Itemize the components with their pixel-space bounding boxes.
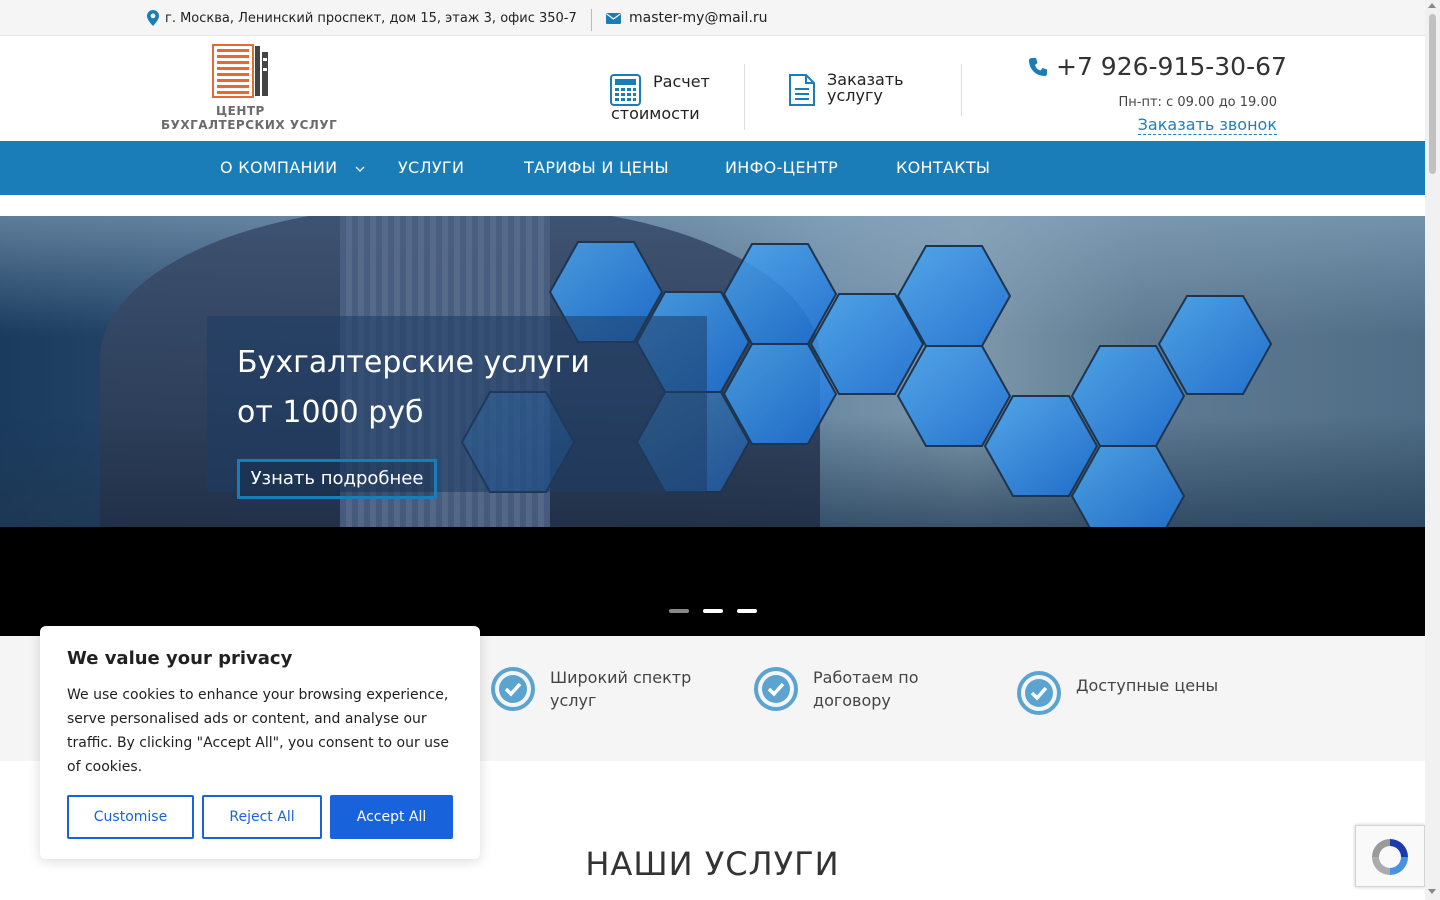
slider-dot-3[interactable] bbox=[737, 609, 757, 613]
main-navigation: О КОМПАНИИ УСЛУГИ ТАРИФЫ И ЦЕНЫ ИНФО-ЦЕН… bbox=[0, 141, 1425, 195]
phone-number[interactable]: +7 926-915-30-67 bbox=[1028, 52, 1287, 81]
divider bbox=[744, 64, 745, 130]
divider bbox=[591, 9, 592, 31]
accept-all-button[interactable]: Accept All bbox=[330, 795, 453, 839]
nav-item-contacts[interactable]: КОНТАКТЫ bbox=[896, 158, 990, 177]
hero-slider: Бухгалтерские услуги от 1000 руб Узнать … bbox=[0, 216, 1425, 527]
top-info-bar: г. Москва, Ленинский проспект, дом 15, э… bbox=[0, 0, 1425, 36]
feature-item: Широкий спектр услуг bbox=[490, 666, 700, 712]
nav-item-tariffs[interactable]: ТАРИФЫ И ЦЕНЫ bbox=[524, 158, 669, 177]
feature-text: Доступные цены bbox=[1076, 676, 1219, 695]
cookie-description: We use cookies to enhance your browsing … bbox=[67, 687, 449, 775]
map-pin-icon bbox=[147, 10, 159, 26]
address: г. Москва, Ленинский проспект, дом 15, э… bbox=[147, 10, 577, 26]
scroll-down-arrow-icon[interactable] bbox=[1428, 889, 1436, 894]
customise-button[interactable]: Customise bbox=[67, 795, 194, 839]
learn-more-button[interactable]: Узнать подробнее bbox=[237, 459, 437, 499]
site-header: ЦЕНТР БУХГАЛТЕРСКИХ УСЛУГ Расчет стоимос… bbox=[0, 36, 1425, 141]
logo[interactable]: ЦЕНТР БУХГАЛТЕРСКИХ УСЛУГ bbox=[160, 44, 337, 134]
recaptcha-icon bbox=[1372, 839, 1408, 875]
recaptcha-badge[interactable] bbox=[1355, 825, 1425, 887]
cookie-consent-banner: We value your privacy We use cookies to … bbox=[40, 626, 480, 859]
hero-title-line2: от 1000 руб bbox=[237, 395, 424, 430]
cookie-title: We value your privacy bbox=[67, 648, 293, 669]
check-circle-icon bbox=[754, 667, 798, 711]
phone-icon bbox=[1029, 57, 1047, 76]
nav-item-info-center[interactable]: ИНФО-ЦЕНТР bbox=[725, 158, 838, 177]
hero-title: Бухгалтерские услуги от 1000 руб bbox=[237, 338, 697, 438]
envelope-icon bbox=[606, 12, 621, 24]
feature-text: Широкий спектр услуг bbox=[550, 668, 692, 710]
hero-caption: Бухгалтерские услуги от 1000 руб Узнать … bbox=[207, 316, 707, 499]
slider-dot-2[interactable] bbox=[703, 609, 723, 613]
calc-label-line1: Расчет bbox=[653, 72, 710, 91]
logo-text-line2: БУХГАЛТЕРСКИХ УСЛУГ bbox=[161, 118, 338, 132]
address-text: г. Москва, Ленинский проспект, дом 15, э… bbox=[165, 10, 577, 26]
chevron-down-icon bbox=[355, 166, 365, 172]
abacus-logo-icon bbox=[212, 44, 268, 98]
logo-text-line1: ЦЕНТР bbox=[216, 104, 265, 118]
request-callback-link[interactable]: Заказать звонок bbox=[1137, 115, 1277, 135]
feature-text: Работаем по договору bbox=[813, 668, 919, 710]
email[interactable]: master-my@mail.ru bbox=[606, 10, 768, 26]
email-link[interactable]: master-my@mail.ru bbox=[629, 10, 768, 26]
nav-item-about[interactable]: О КОМПАНИИ bbox=[220, 158, 365, 177]
order-service-label: Заказать услугу bbox=[827, 70, 904, 105]
nav-item-services[interactable]: УСЛУГИ bbox=[398, 158, 464, 177]
check-circle-icon bbox=[491, 667, 535, 711]
calculator-icon bbox=[610, 74, 641, 106]
calc-label-line2: стоимости bbox=[611, 104, 700, 123]
check-circle-icon bbox=[1017, 671, 1061, 715]
scroll-up-arrow-icon[interactable] bbox=[1428, 3, 1436, 8]
reject-all-button[interactable]: Reject All bbox=[202, 795, 322, 839]
page-scrollbar[interactable] bbox=[1425, 0, 1440, 900]
slider-dot-1[interactable] bbox=[669, 609, 689, 613]
feature-item: Доступные цены bbox=[1016, 670, 1226, 716]
divider bbox=[961, 64, 962, 116]
hero-slider-footer bbox=[0, 527, 1425, 636]
hero-title-line1: Бухгалтерские услуги bbox=[237, 345, 590, 380]
phone-text[interactable]: +7 926-915-30-67 bbox=[1056, 52, 1287, 81]
working-hours: Пн-пт: с 09.00 до 19.00 bbox=[1118, 95, 1277, 110]
scrollbar-thumb[interactable] bbox=[1429, 14, 1436, 174]
feature-item: Работаем по договору bbox=[753, 666, 963, 712]
document-icon bbox=[789, 74, 815, 106]
nav-item-label: О КОМПАНИИ bbox=[220, 158, 338, 177]
slider-pagination bbox=[669, 609, 757, 613]
